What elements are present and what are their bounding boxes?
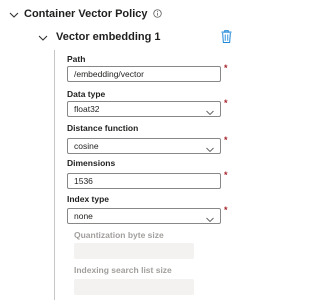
info-icon[interactable] <box>152 9 162 18</box>
chevron-down-icon <box>206 213 214 223</box>
distance-function-label: Distance function <box>67 123 139 133</box>
embedding-title[interactable]: Vector embedding 1 <box>56 31 161 43</box>
distance-function-value: cosine <box>74 141 99 151</box>
dimensions-input[interactable]: 1536 <box>67 173 221 189</box>
required-marker: * <box>224 170 228 180</box>
indexing-search-list-size-input <box>74 279 194 295</box>
data-type-dropdown[interactable]: float32 <box>67 101 221 117</box>
chevron-down-icon <box>206 143 214 153</box>
vector-policy-panel: Container Vector Policy Vector embedding… <box>0 0 242 300</box>
quantization-byte-size-input <box>74 243 194 259</box>
index-type-value: none <box>74 211 93 221</box>
dimensions-label: Dimensions <box>67 158 116 168</box>
distance-function-dropdown[interactable]: cosine <box>67 138 221 154</box>
required-marker: * <box>224 63 228 73</box>
chevron-down-icon[interactable] <box>38 33 48 43</box>
required-marker: * <box>224 98 228 108</box>
path-input[interactable]: /embedding/vector <box>67 66 221 82</box>
chevron-down-icon[interactable] <box>9 10 19 20</box>
policy-header[interactable]: Container Vector Policy <box>24 8 162 20</box>
index-type-dropdown[interactable]: none <box>67 208 221 224</box>
data-type-value: float32 <box>74 104 100 114</box>
chevron-down-icon <box>206 106 214 116</box>
policy-title: Container Vector Policy <box>24 8 148 20</box>
data-type-label: Data type <box>67 89 106 99</box>
trash-icon[interactable] <box>221 29 232 43</box>
required-marker: * <box>224 205 228 215</box>
path-label: Path <box>67 54 86 64</box>
section-divider <box>54 50 55 300</box>
quantization-byte-size-label: Quantization byte size <box>74 230 164 240</box>
index-type-label: Index type <box>67 194 110 204</box>
required-marker: * <box>224 135 228 145</box>
indexing-search-list-size-label: Indexing search list size <box>74 265 172 275</box>
